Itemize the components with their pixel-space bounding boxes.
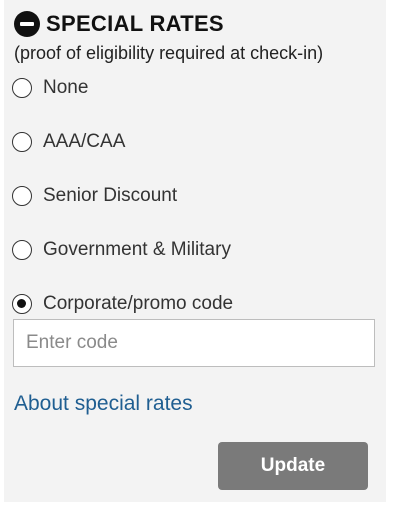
special-rates-header: SPECIAL RATES — [14, 10, 224, 38]
rate-option-aaa-caa[interactable]: AAA/CAA — [12, 129, 125, 155]
rate-option-government-military[interactable]: Government & Military — [12, 237, 231, 263]
rate-option-label: AAA/CAA — [43, 131, 126, 152]
minus-circle-icon[interactable] — [14, 11, 40, 37]
rate-option-label: Government & Military — [43, 239, 231, 260]
radio-government-military[interactable] — [12, 240, 32, 260]
rate-option-label: None — [43, 77, 89, 98]
radio-none[interactable] — [12, 78, 32, 98]
update-button[interactable]: Update — [218, 442, 368, 490]
rate-option-label: Corporate/promo code — [43, 293, 234, 314]
radio-senior-discount[interactable] — [12, 186, 32, 206]
about-special-rates-link[interactable]: About special rates — [14, 390, 193, 418]
rate-option-none[interactable]: None — [12, 75, 88, 101]
rate-option-senior-discount[interactable]: Senior Discount — [12, 183, 177, 209]
radio-corporate-promo[interactable] — [12, 294, 32, 314]
section-title: SPECIAL RATES — [46, 11, 224, 36]
special-rates-panel: SPECIAL RATES (proof of eligibility requ… — [4, 0, 386, 502]
rate-option-corporate-promo[interactable]: Corporate/promo code — [12, 291, 233, 317]
promo-code-input[interactable] — [13, 319, 375, 367]
rate-option-label: Senior Discount — [43, 185, 178, 206]
section-subtitle: (proof of eligibility required at check-… — [14, 43, 324, 63]
radio-aaa-caa[interactable] — [12, 132, 32, 152]
